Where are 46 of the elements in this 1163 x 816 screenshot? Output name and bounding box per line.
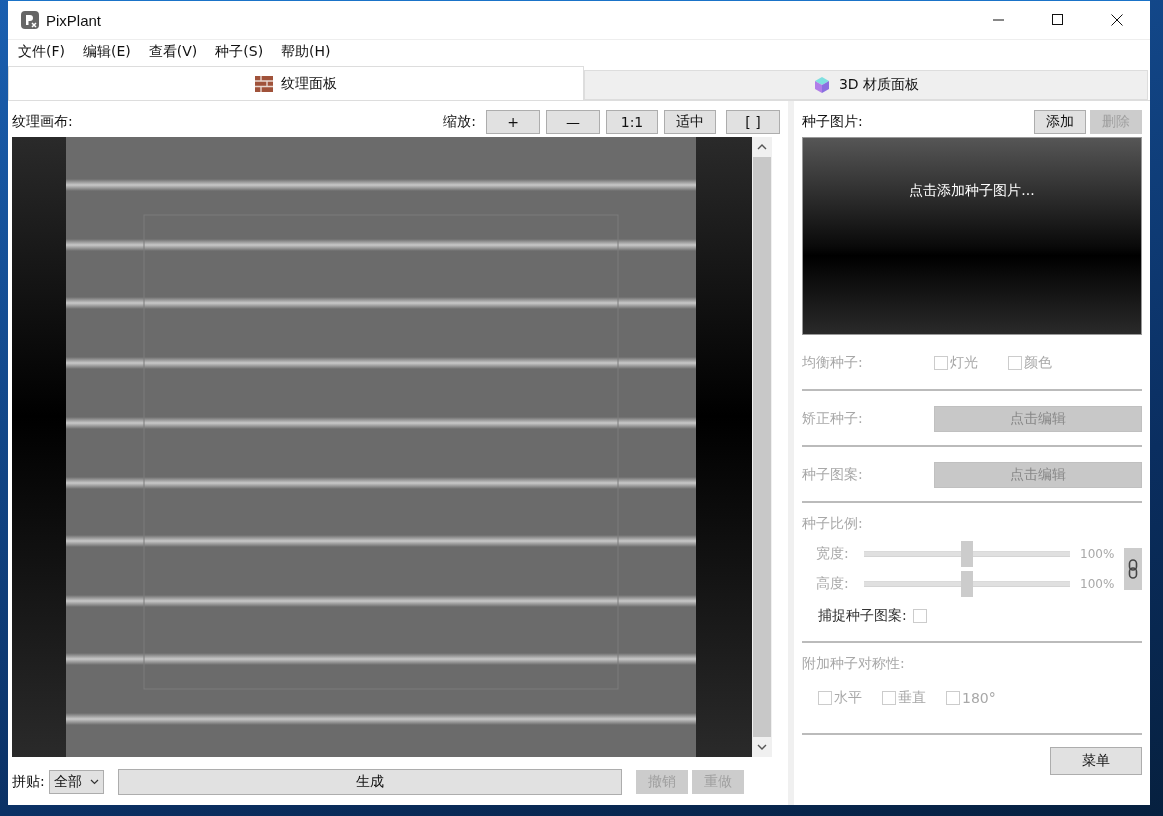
checkbox-label: 水平: [834, 689, 862, 707]
scroll-up-icon[interactable]: [757, 143, 767, 151]
close-icon[interactable]: [1111, 14, 1123, 26]
window-title: PixPlant: [46, 11, 102, 29]
menu-item[interactable]: 查看(V): [148, 43, 198, 61]
balance-label: 均衡种子:: [802, 354, 864, 372]
tile-dropdown[interactable]: 全部: [48, 770, 104, 794]
menu-item[interactable]: 编辑(E): [83, 43, 131, 61]
slider-reading: 100%: [1080, 577, 1115, 591]
checkbox-label: 灯光: [950, 354, 978, 372]
cube-icon: [812, 76, 831, 94]
zoom-label: 缩放:: [443, 113, 476, 131]
scroll-thumb[interactable]: [753, 157, 771, 737]
scrollbar[interactable]: [752, 137, 772, 757]
slider-label: 宽度:: [815, 545, 850, 563]
slider-reading: 100%: [1080, 547, 1115, 561]
maximize-icon[interactable]: [1052, 14, 1064, 26]
seed-image-hint: 点击添加种子图片...: [909, 182, 1035, 200]
zoom-button[interactable]: 1:1: [606, 110, 658, 134]
zoom-button[interactable]: +: [486, 110, 540, 134]
pattern-label: 种子图案:: [802, 466, 864, 484]
chain-icon: [1128, 559, 1138, 579]
caret-icon: [89, 779, 99, 785]
symmetry-label: 附加种子对称性:: [802, 655, 905, 671]
correct-label: 矫正种子:: [802, 410, 864, 428]
canvas-label: 纹理画布:: [12, 113, 73, 131]
menu-item[interactable]: 种子(S): [215, 43, 264, 61]
generate-button[interactable]: 生成: [117, 769, 622, 795]
capture-label: 捕捉种子图案:: [818, 607, 907, 625]
brick-icon: [255, 75, 273, 92]
tile-label: 拼贴:: [12, 773, 45, 791]
scroll-down-icon[interactable]: [757, 743, 767, 751]
checkbox-label: 180°: [962, 690, 996, 706]
panel-tab[interactable]: 3D 材质面板: [584, 70, 1148, 100]
zoom-button[interactable]: [ ]: [726, 110, 780, 134]
seed-image-label: 种子图片:: [802, 113, 863, 131]
app-logo-icon: [20, 10, 40, 30]
zoom-button[interactable]: 适中: [664, 110, 716, 134]
checkbox-label: 颜色: [1024, 354, 1052, 372]
zoom-button[interactable]: —: [546, 110, 600, 134]
scale-label: 种子比例:: [802, 515, 863, 531]
slider-label: 高度:: [815, 575, 850, 593]
checkbox-label: 垂直: [898, 689, 926, 707]
menu-item[interactable]: 文件(F): [18, 43, 65, 61]
panel-tab[interactable]: 纹理面板: [8, 66, 584, 100]
menu-item[interactable]: 帮助(H): [281, 43, 331, 61]
